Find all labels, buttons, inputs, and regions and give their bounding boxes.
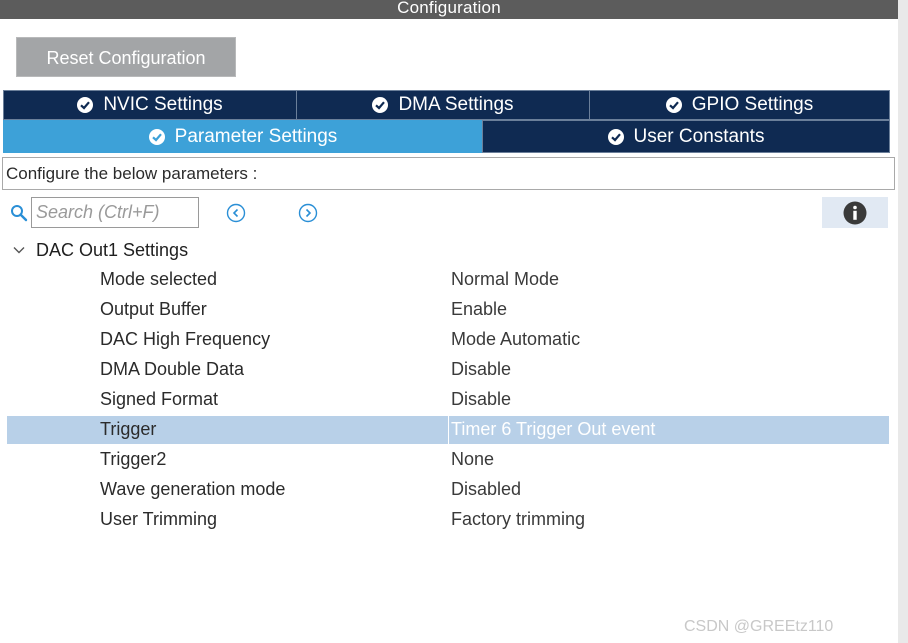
param-value[interactable]: Disable [451, 389, 511, 410]
param-value[interactable]: Factory trimming [451, 509, 585, 530]
tab-dma-settings[interactable]: DMA Settings [296, 90, 590, 120]
param-name: Signed Format [100, 389, 219, 409]
next-result-icon[interactable] [298, 203, 318, 223]
param-value[interactable]: None [451, 449, 494, 470]
param-name: User Trimming [100, 509, 218, 529]
param-row-trigger2[interactable]: Trigger2 None [7, 446, 889, 474]
param-value[interactable]: Enable [451, 299, 507, 320]
param-row-signed-format[interactable]: Signed Format Disable [7, 386, 889, 414]
tab-label: Parameter Settings [174, 125, 338, 147]
param-row-dac-high-frequency[interactable]: DAC High Frequency Mode Automatic [7, 326, 889, 354]
param-value[interactable]: Disabled [451, 479, 521, 500]
parameters-description: Configure the below parameters : [2, 157, 895, 190]
param-name: Trigger [100, 419, 157, 439]
param-name: Output Buffer [100, 299, 207, 319]
tab-parameter-settings[interactable]: Parameter Settings [3, 120, 483, 153]
reset-configuration-button[interactable]: Reset Configuration [16, 37, 236, 77]
param-row-wave-generation-mode[interactable]: Wave generation mode Disabled [7, 476, 889, 504]
param-row-output-buffer[interactable]: Output Buffer Enable [7, 296, 889, 324]
column-separator [448, 416, 449, 444]
watermark: CSDN @GREEtz110 [684, 618, 834, 635]
param-name: DAC High Frequency [100, 329, 271, 349]
tab-nvic-settings[interactable]: NVIC Settings [3, 90, 297, 120]
group-title: DAC Out1 Settings [36, 239, 189, 260]
previous-result-icon[interactable] [226, 203, 246, 223]
chevron-down-icon [13, 247, 25, 254]
check-circle-icon [607, 128, 624, 145]
param-name: DMA Double Data [100, 359, 245, 379]
search-input[interactable] [31, 197, 199, 228]
tab-label: User Constants [633, 125, 765, 147]
param-value[interactable]: Normal Mode [451, 269, 559, 290]
check-circle-icon [77, 97, 94, 113]
tab-gpio-settings[interactable]: GPIO Settings [589, 90, 890, 120]
param-value[interactable]: Disable [451, 359, 511, 380]
scrollbar-track[interactable] [898, 0, 908, 643]
tab-label: GPIO Settings [691, 94, 814, 115]
info-button[interactable] [822, 197, 888, 228]
check-circle-icon [148, 128, 165, 145]
param-row-mode-selected[interactable]: Mode selected Normal Mode [7, 266, 889, 294]
param-row-dma-double-data[interactable]: DMA Double Data Disable [7, 356, 889, 384]
check-circle-icon [372, 97, 389, 113]
check-circle-icon [665, 97, 682, 113]
param-row-trigger[interactable]: Trigger Timer 6 Trigger Out event [7, 416, 889, 444]
tab-label: NVIC Settings [103, 94, 223, 115]
info-icon [843, 201, 867, 224]
window-title: Configuration [0, 0, 898, 19]
param-name: Trigger2 [100, 449, 167, 469]
param-name: Wave generation mode [100, 479, 286, 499]
tab-label: DMA Settings [398, 94, 514, 115]
param-value[interactable]: Mode Automatic [451, 329, 580, 350]
param-value[interactable]: Timer 6 Trigger Out event [451, 419, 655, 440]
tab-user-constants[interactable]: User Constants [482, 120, 890, 153]
group-dac-out1-settings[interactable]: DAC Out1 Settings [12, 237, 188, 263]
param-name: Mode selected [100, 269, 218, 289]
param-row-user-trimming[interactable]: User Trimming Factory trimming [7, 506, 889, 534]
search-icon [11, 205, 28, 222]
